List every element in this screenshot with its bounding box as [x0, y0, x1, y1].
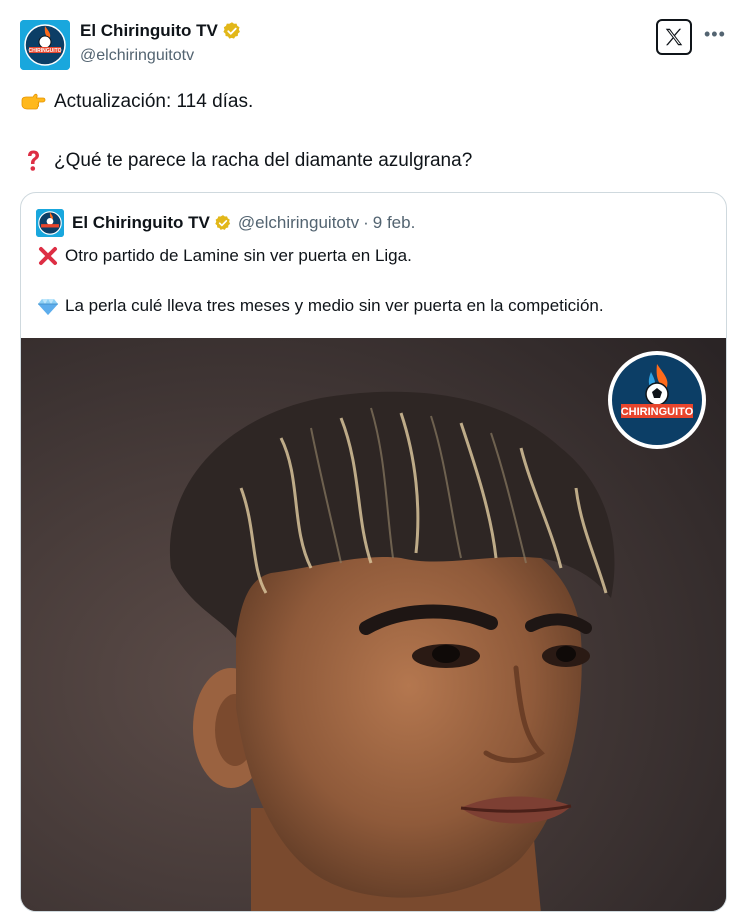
tweet-text-question: ¿Qué te parece la racha del diamante azu… [54, 150, 473, 171]
quoted-author-handle[interactable]: @elchiringuitotv [238, 211, 359, 235]
svg-text:CHIRINGUITO: CHIRINGUITO [29, 48, 62, 54]
quoted-text-match: Otro partido de Lamine sin ver puerta en… [65, 246, 412, 265]
quoted-author-display-name[interactable]: El Chiringuito TV [72, 211, 210, 235]
quoted-tweet-photo[interactable]: CHIRINGUITO [21, 338, 726, 911]
quoted-text-line-2: La perla culé lleva tres meses y medio s… [37, 294, 604, 318]
verified-badge-icon [214, 214, 232, 232]
separator-dot: · [363, 213, 369, 232]
chiringuito-logo-icon [36, 209, 64, 237]
quoted-text-line-1: Otro partido de Lamine sin ver puerta en… [37, 244, 412, 268]
cross-mark-icon [37, 245, 59, 267]
quoted-author-row[interactable]: El Chiringuito TV @elchiringuitotv · 9 f… [72, 211, 415, 235]
author-name-row[interactable]: El Chiringuito TV [80, 20, 242, 42]
verified-badge-icon [222, 21, 242, 41]
chiringuito-logo-icon: CHIRINGUITO [20, 20, 70, 70]
author-handle[interactable]: @elchiringuitotv [80, 45, 194, 67]
svg-text:CHIRINGUITO: CHIRINGUITO [621, 406, 694, 418]
tweet-text-line-2: ¿Qué te parece la racha del diamante azu… [20, 148, 472, 174]
quoted-text-streak: La perla culé lleva tres meses y medio s… [65, 296, 604, 315]
more-options-icon[interactable]: ••• [704, 22, 726, 46]
author-avatar[interactable]: CHIRINGUITO [20, 20, 70, 70]
quoted-tweet-card[interactable]: El Chiringuito TV @elchiringuitotv · 9 f… [20, 192, 727, 912]
quoted-author-avatar[interactable] [36, 209, 64, 237]
red-question-mark-icon [20, 148, 46, 174]
tweet-text-line-1: Actualización: 114 días. [20, 89, 253, 115]
gem-stone-icon [37, 295, 59, 317]
pointing-right-icon [20, 89, 46, 115]
tweet-text-update: Actualización: 114 días. [54, 91, 254, 112]
quoted-tweet-date[interactable]: 9 feb. [373, 211, 416, 235]
x-logo-icon[interactable] [656, 19, 692, 55]
chiringuito-watermark: CHIRINGUITO [607, 350, 707, 450]
author-display-name[interactable]: El Chiringuito TV [80, 20, 218, 42]
